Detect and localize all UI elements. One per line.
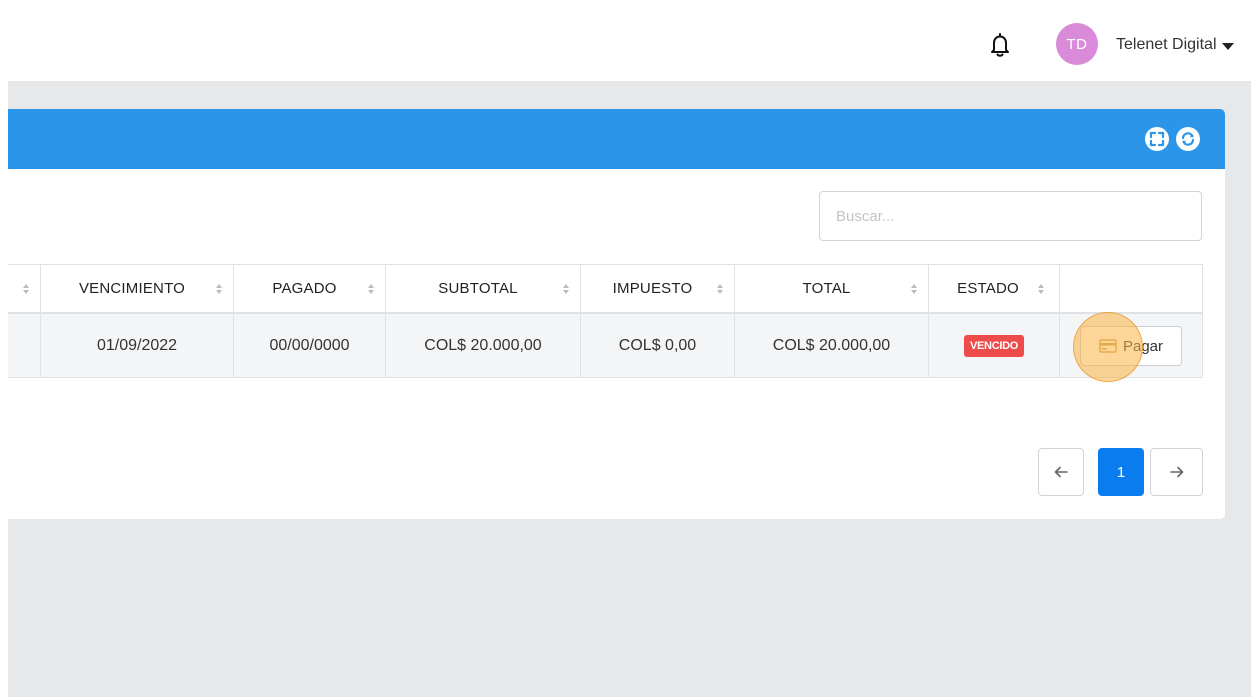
- cell-total: COL$ 20.000,00: [735, 314, 929, 377]
- credit-card-icon: [1099, 339, 1117, 353]
- refresh-icon[interactable]: [1176, 127, 1200, 151]
- user-avatar[interactable]: TD: [1056, 23, 1098, 65]
- cell-estado: VENCIDO: [929, 314, 1060, 377]
- fullscreen-icon[interactable]: [1145, 127, 1169, 151]
- table-header-row: VENCIMIENTO PAGADO SUBTOTAL IMPUESTO TOT…: [8, 264, 1203, 314]
- arrow-right-icon: [1169, 466, 1183, 478]
- pay-button-label: Pagar: [1122, 337, 1164, 355]
- column-header-total[interactable]: TOTAL: [735, 265, 929, 312]
- sort-icon: [911, 283, 917, 294]
- pagination-prev[interactable]: [1038, 448, 1084, 496]
- cell-actions: Pagar: [1060, 314, 1203, 377]
- sort-icon: [717, 283, 723, 294]
- cell-impuesto: COL$ 0,00: [581, 314, 735, 377]
- sort-icon: [1038, 283, 1044, 294]
- status-badge: VENCIDO: [963, 334, 1025, 357]
- column-header-estado[interactable]: ESTADO: [929, 265, 1060, 312]
- user-name: Telenet Digital: [1116, 36, 1217, 53]
- sort-icon: [23, 283, 29, 294]
- column-header-actions: [1060, 265, 1203, 312]
- app-background: TD Telenet Digital Buscar... VENCIMIENTO…: [8, 6, 1251, 697]
- search-input[interactable]: [819, 191, 1202, 241]
- pay-button[interactable]: Pagar: [1080, 326, 1182, 366]
- sort-icon: [368, 283, 374, 294]
- invoices-card: VENCIMIENTO PAGADO SUBTOTAL IMPUESTO TOT…: [8, 109, 1225, 519]
- table-row: 01/09/2022 00/00/0000 COL$ 20.000,00 COL…: [8, 314, 1203, 378]
- cell-subtotal: COL$ 20.000,00: [386, 314, 581, 377]
- arrow-left-icon: [1054, 466, 1068, 478]
- pagination-next[interactable]: [1150, 448, 1203, 496]
- top-navbar: TD Telenet Digital: [8, 6, 1251, 81]
- column-header-impuesto[interactable]: IMPUESTO: [581, 265, 735, 312]
- caret-down-icon: [1221, 42, 1234, 50]
- sort-icon: [216, 283, 222, 294]
- cell-pagado: 00/00/0000: [234, 314, 386, 377]
- column-header-vencimiento[interactable]: VENCIMIENTO: [41, 265, 234, 312]
- card-header: [8, 109, 1225, 169]
- user-menu-dropdown[interactable]: Telenet Digital: [1116, 35, 1234, 55]
- notifications-bell-icon[interactable]: [988, 32, 1012, 58]
- user-initials: TD: [1066, 35, 1088, 53]
- column-header-subtotal[interactable]: SUBTOTAL: [386, 265, 581, 312]
- column-header-pagado[interactable]: PAGADO: [234, 265, 386, 312]
- cell-vencimiento: 01/09/2022: [41, 314, 234, 377]
- pagination-page-current[interactable]: 1: [1098, 448, 1144, 496]
- column-header-partial[interactable]: [8, 265, 41, 312]
- sort-icon: [563, 283, 569, 294]
- cell-partial: [8, 314, 41, 377]
